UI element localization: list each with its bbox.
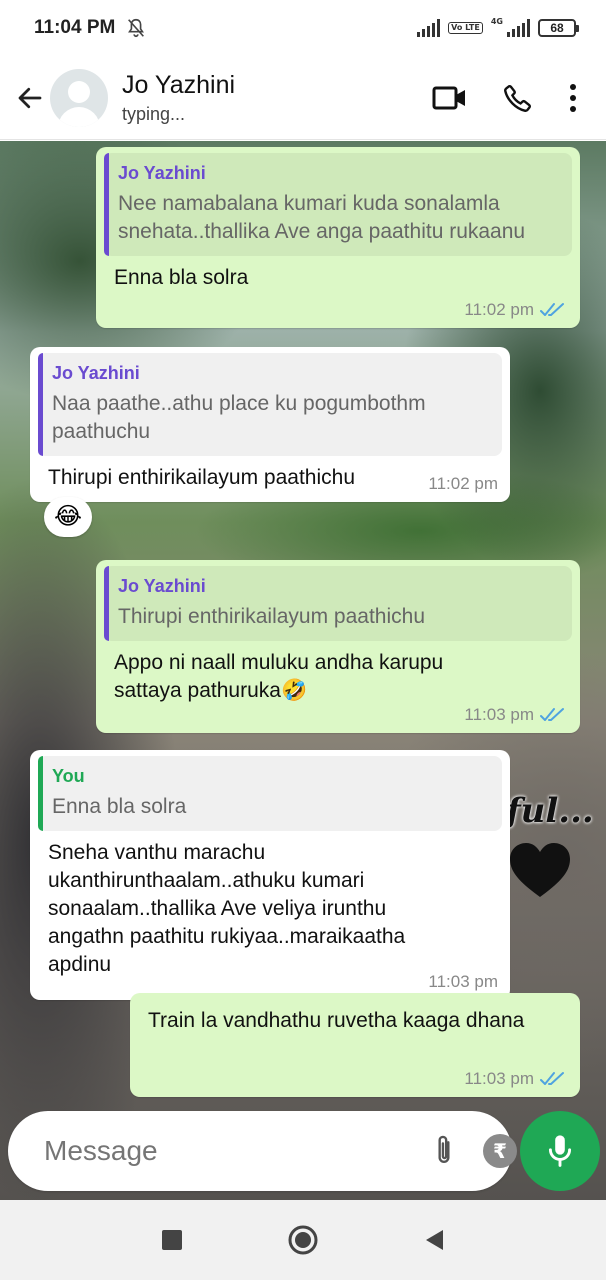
notifications-muted-icon [128,18,145,38]
quoted-text: Naa paathe..athu place ku pogumbothm paa… [52,392,426,443]
message-input[interactable] [44,1135,405,1167]
quoted-message[interactable]: Jo Yazhini Nee namabalana kumari kuda so… [104,153,572,256]
message-time: 11:02 pm [428,474,498,493]
contact-name: Jo Yazhini [122,70,236,99]
microphone-icon [548,1135,572,1167]
status-bar: 11:04 PM Vo LTE 4G 68 [0,0,606,56]
message-text: Sneha vanthu marachu ukanthirunthaalam..… [48,841,406,976]
message-bubble-outgoing[interactable]: Jo Yazhini Thirupi enthirikailayum paath… [96,560,580,733]
signal-icon [417,19,441,37]
back-arrow-icon [18,87,42,108]
contact-info[interactable]: Jo Yazhini typing... [122,71,235,125]
read-ticks-icon [540,708,564,721]
quoted-author: Jo Yazhini [52,363,140,383]
video-call-icon[interactable] [432,84,468,112]
message-bubble-outgoing[interactable]: Train la vandhathu ruvetha kaaga dhana 1… [130,993,580,1097]
message-bubble-incoming[interactable]: Jo Yazhini Naa paathe..athu place ku pog… [30,347,510,502]
message-time: 11:03 pm [428,972,498,991]
recents-button-icon[interactable] [161,1229,183,1251]
message-reaction[interactable]: 😂 [44,497,92,537]
rupee-icon: ₹ [483,1134,517,1168]
laughing-emoji: 😂 [53,503,83,530]
chat-area[interactable]: ful... Jo Yazhini Nee namabalana kumari … [0,141,606,1200]
contact-status: typing... [122,103,186,124]
quoted-message[interactable]: Jo Yazhini Thirupi enthirikailayum paath… [104,566,572,641]
quoted-author: Jo Yazhini [118,576,206,596]
home-button-icon[interactable] [287,1224,319,1256]
system-navigation-bar [0,1200,606,1280]
message-composer: ₹ [8,1111,576,1191]
message-bubble-incoming[interactable]: You Enna bla solra Sneha vanthu marachu … [30,750,510,1000]
quoted-text: Enna bla solra [52,795,187,818]
signal-icon-2 [507,19,530,37]
quoted-message[interactable]: Jo Yazhini Naa paathe..athu place ku pog… [38,353,502,456]
quoted-message[interactable]: You Enna bla solra [38,756,502,831]
message-time: 11:02 pm [464,300,534,319]
battery-icon: 68 [538,19,579,37]
quoted-text: Nee namabalana kumari kuda sonalamla sne… [118,192,526,243]
quoted-author: You [52,766,85,786]
message-bubble-outgoing[interactable]: Jo Yazhini Nee namabalana kumari kuda so… [96,147,580,328]
network-type: 4G [490,17,503,26]
back-button[interactable] [10,78,50,118]
contact-avatar[interactable] [50,68,108,127]
read-ticks-icon [540,1072,564,1085]
voice-call-icon[interactable] [502,82,534,114]
back-button-icon[interactable] [423,1228,445,1252]
volte-badge: Vo LTE [448,22,483,34]
status-time: 11:04 PM [34,17,116,38]
chat-header: Jo Yazhini typing... [0,56,606,140]
read-ticks-icon [540,303,564,316]
message-time: 11:03 pm [464,705,534,724]
quoted-author: Jo Yazhini [118,163,206,183]
message-text: Appo ni naall muluku andha karupu sattay… [114,651,444,702]
more-options-icon[interactable] [568,83,578,113]
wallpaper-text: ful... [506,791,594,831]
paperclip-icon [438,1135,450,1164]
message-time: 11:03 pm [464,1069,534,1088]
heart-icon [510,843,570,897]
payment-button[interactable]: ₹ [483,1134,517,1168]
attach-button[interactable] [431,1133,457,1169]
quoted-text: Thirupi enthirikailayum paathichu [118,605,425,628]
message-text: Enna bla solra [114,266,249,289]
message-text: Train la vandhathu ruvetha kaaga dhana [148,1009,525,1032]
voice-message-button[interactable] [520,1111,600,1191]
